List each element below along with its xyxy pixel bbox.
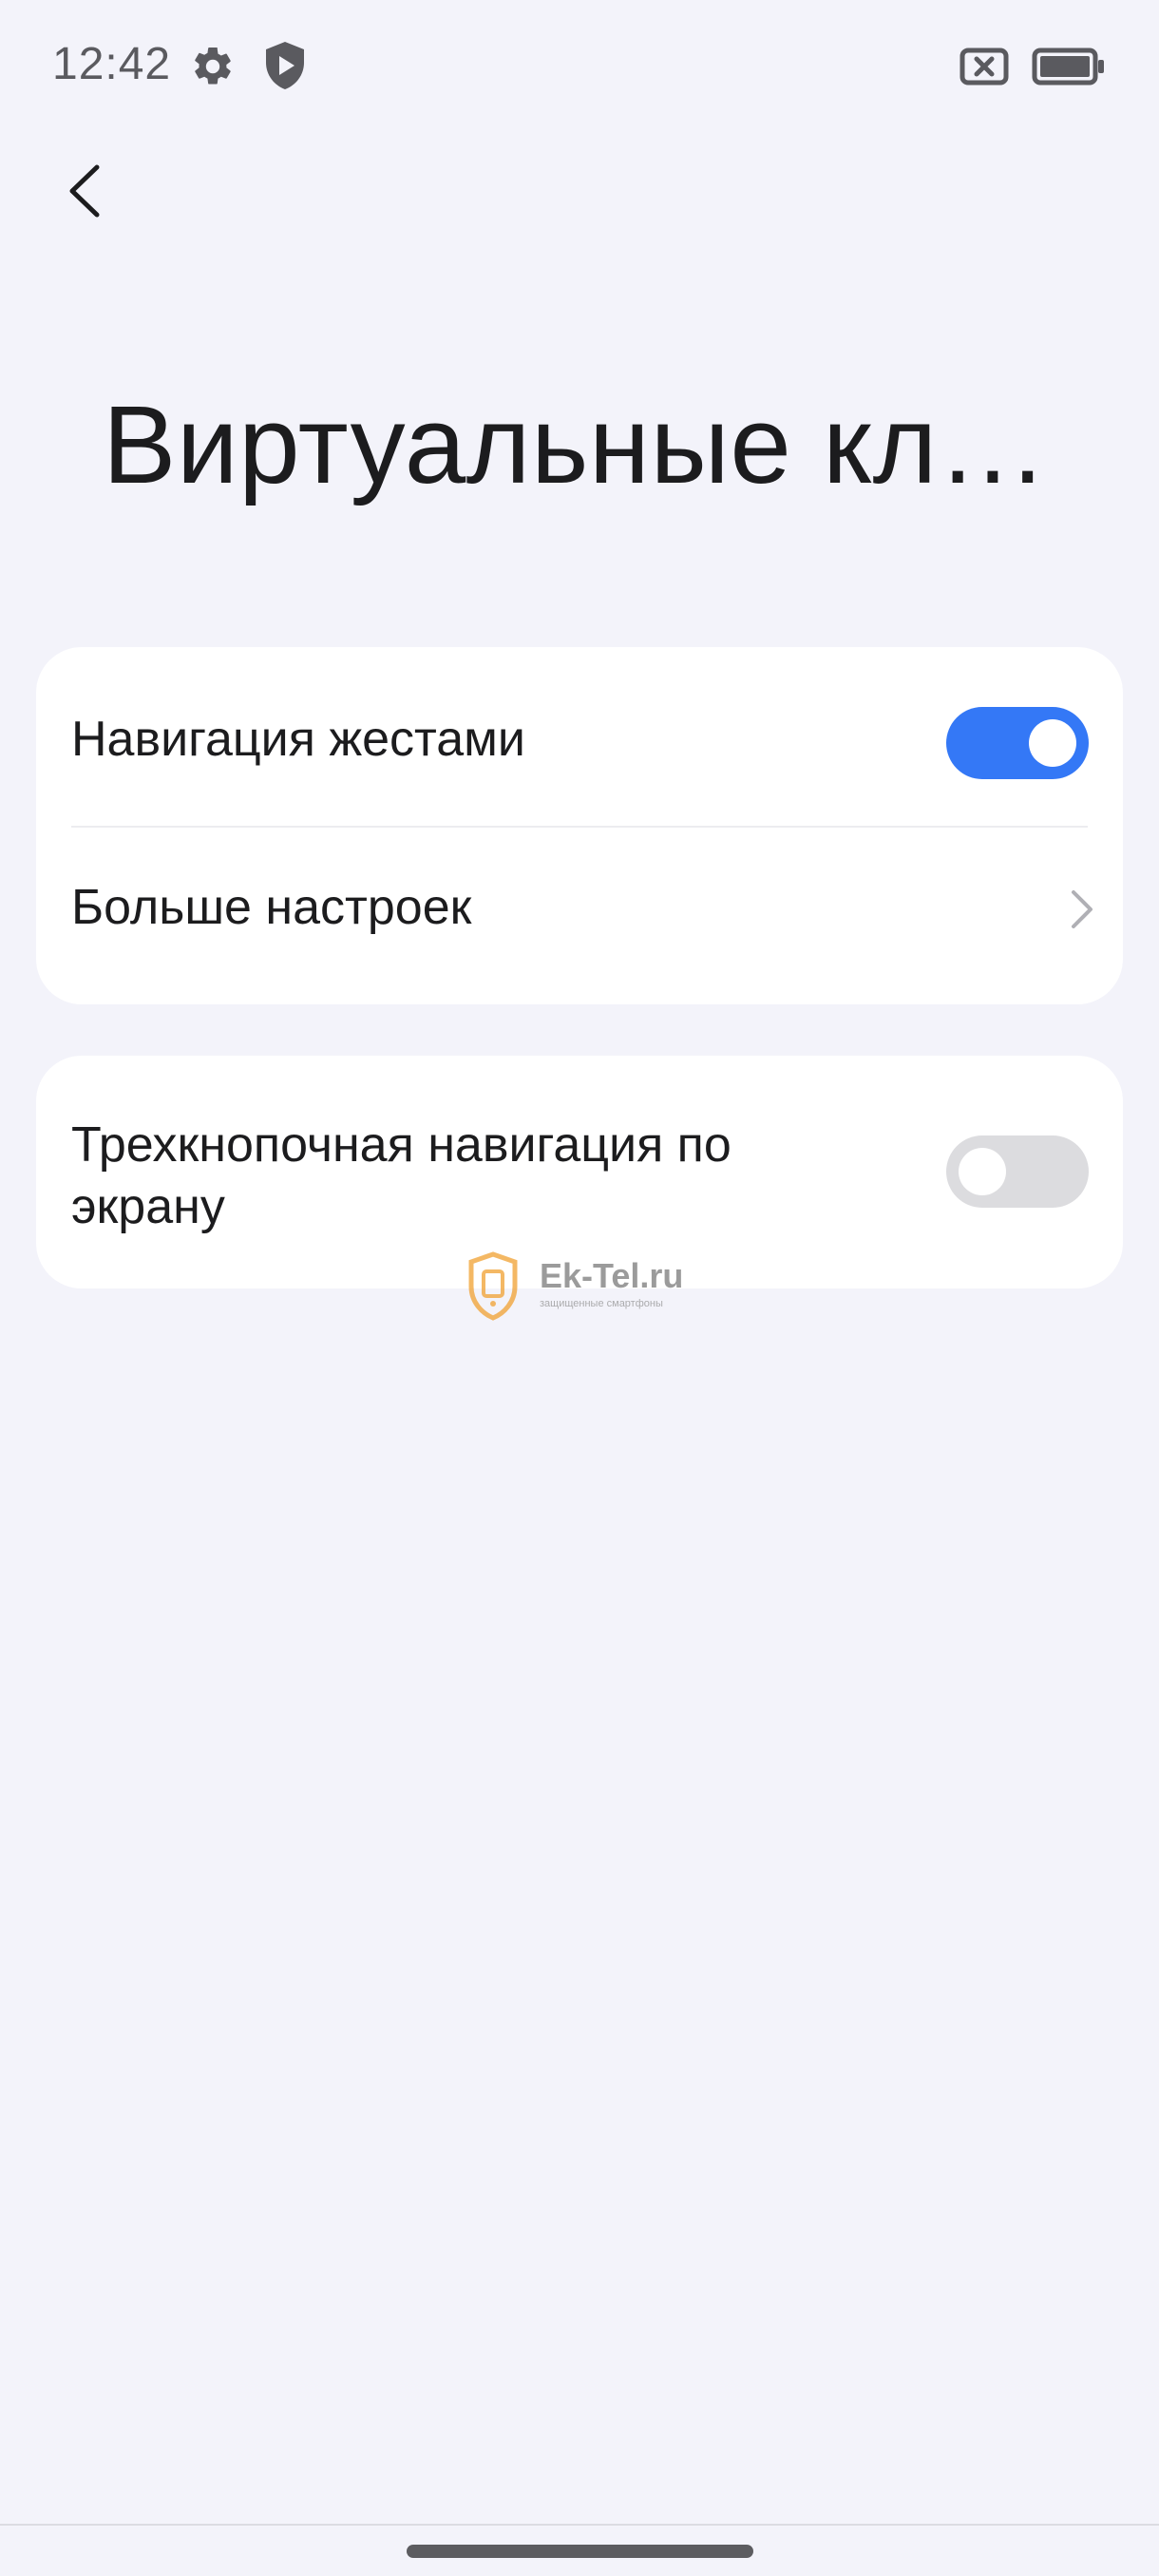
more-settings-label: Больше настроек [71, 880, 472, 935]
shield-play-icon [266, 42, 304, 89]
battery-icon [1032, 48, 1104, 86]
three-button-navigation-toggle[interactable] [946, 1135, 1089, 1208]
gesture-handle[interactable] [407, 2545, 753, 2558]
three-button-navigation-label-line-2: экрану [71, 1179, 225, 1234]
chevron-left-icon [69, 164, 100, 218]
status-bar: 12:42 [0, 0, 1159, 133]
watermark: Ek-Tel.ru защищенные смартфоны [466, 1250, 694, 1321]
three-button-navigation-label-line-1: Трехкнопочная навигация по [71, 1117, 732, 1173]
watermark-subtext: защищенные смартфоны [540, 1298, 663, 1309]
back-button[interactable] [55, 152, 116, 228]
status-time: 12:42 [52, 39, 172, 89]
gear-icon [195, 47, 231, 85]
gesture-navigation-toggle[interactable] [946, 707, 1089, 779]
page-title: Виртуальные кл… [103, 383, 1049, 506]
chevron-right-icon [1072, 890, 1092, 928]
watermark-shield-icon [468, 1251, 518, 1321]
more-settings-row[interactable]: Больше настроек [36, 828, 1123, 1004]
navigation-bar-divider [0, 2524, 1159, 2526]
watermark-text: Ek-Tel.ru [540, 1256, 684, 1295]
three-button-navigation-label: Трехкнопочная навигация по экрану [71, 1115, 732, 1238]
gesture-navigation-label: Навигация жестами [71, 712, 525, 767]
no-sim-icon [960, 48, 1009, 86]
gesture-navigation-row[interactable]: Навигация жестами [36, 647, 1123, 826]
toggle-knob [959, 1148, 1006, 1195]
gesture-settings-card: Навигация жестами Больше настроек [36, 647, 1123, 1004]
toggle-knob [1029, 719, 1076, 767]
